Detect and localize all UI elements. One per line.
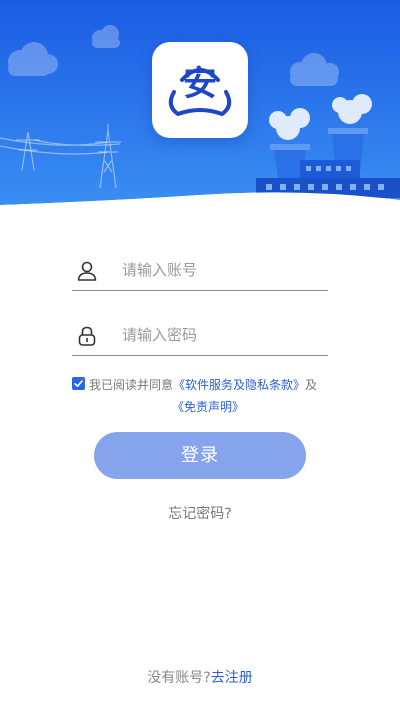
lock-icon xyxy=(76,325,98,347)
logo-character: 安 xyxy=(183,64,217,104)
agreement-prefix: 我已阅读并同意 xyxy=(89,378,174,392)
register-link[interactable]: 去注册 xyxy=(211,670,253,686)
forgot-password-link[interactable]: 忘记密码? xyxy=(0,503,400,523)
agreement-text: 我已阅读并同意《软件服务及隐私条款》及 xyxy=(89,374,317,396)
user-icon xyxy=(76,260,98,282)
register-prompt: 没有账号? xyxy=(147,670,211,686)
agreement-conjunction: 及 xyxy=(305,378,318,392)
disclaimer-link[interactable]: 《免责声明》 xyxy=(172,396,244,418)
terms-link[interactable]: 《软件服务及隐私条款》 xyxy=(173,378,305,392)
check-icon xyxy=(74,380,83,387)
password-input[interactable] xyxy=(122,321,322,349)
account-input[interactable] xyxy=(122,256,322,284)
register-row: 没有账号?去注册 xyxy=(0,667,400,687)
login-button[interactable]: 登录 xyxy=(94,432,306,479)
agreement-checkbox[interactable] xyxy=(72,377,85,390)
password-field[interactable] xyxy=(72,315,328,356)
app-logo: 安 xyxy=(152,42,248,138)
account-field[interactable] xyxy=(72,250,328,291)
